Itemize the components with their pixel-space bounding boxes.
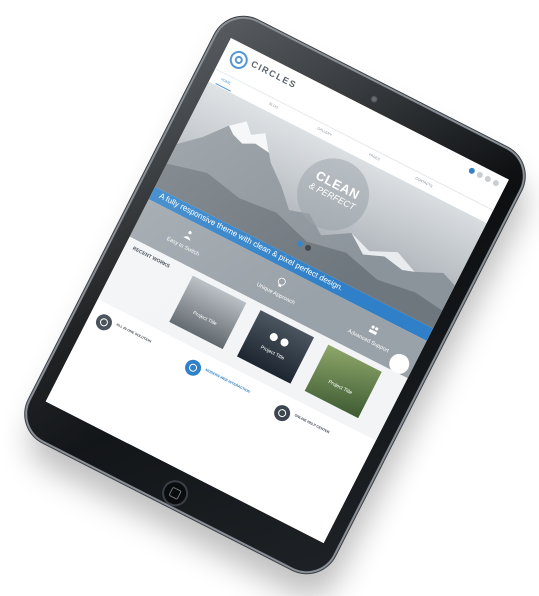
link-icon[interactable] <box>268 331 280 343</box>
nav-item-home[interactable]: HOME <box>220 77 231 85</box>
users-icon <box>368 325 379 336</box>
nav-item-pages[interactable]: PAGES <box>368 153 380 162</box>
service-icon <box>271 402 293 424</box>
service-icon <box>182 356 204 379</box>
project-title: Project Title <box>259 344 286 362</box>
service-title: ALL IN ONE SOLUTION <box>115 322 152 344</box>
nav-item-contacts[interactable]: CONTACTS <box>415 176 434 188</box>
tablet-device: CIRCLES HOME BLOG GALLERY PAGES CONTACTS <box>16 8 534 582</box>
lightbulb-icon <box>277 277 286 288</box>
project-subtitle <box>244 343 297 370</box>
product-photo: CIRCLES HOME BLOG GALLERY PAGES CONTACTS <box>0 0 539 596</box>
circles-logo-icon[interactable] <box>226 47 251 73</box>
service-title: ONLINE HELP CENTER <box>293 413 331 435</box>
service-icon <box>93 311 115 334</box>
project-subtitle <box>176 309 229 336</box>
project-title: Project Title <box>191 310 218 328</box>
project-title: Project Title <box>327 379 354 397</box>
nav-item-gallery[interactable]: GALLERY <box>317 126 333 137</box>
zoom-icon[interactable] <box>279 337 290 348</box>
project-subtitle <box>311 378 364 405</box>
meditation-icon <box>183 231 192 241</box>
nav-item-blog[interactable]: BLOG <box>268 102 278 110</box>
